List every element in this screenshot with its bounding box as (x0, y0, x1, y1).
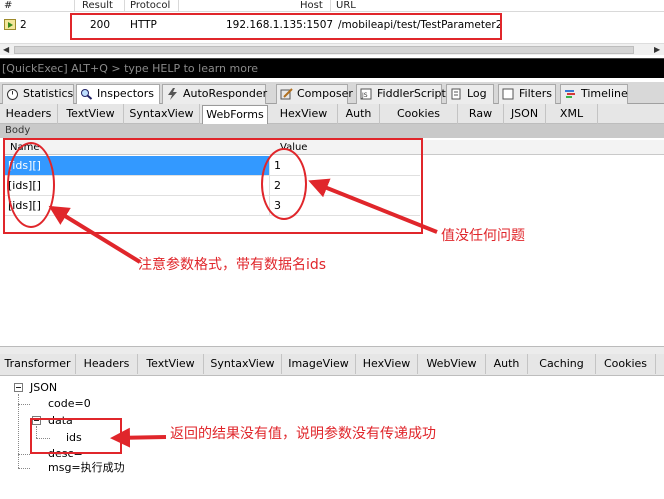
req-tab-xml[interactable]: XML (546, 104, 598, 124)
session-list-header: # Result Protocol Host URL (0, 0, 664, 12)
script-icon: JS (360, 88, 372, 100)
quickexec-bar[interactable]: [QuickExec] ALT+Q > type HELP to learn m… (0, 58, 664, 78)
col-result[interactable]: Result (82, 0, 113, 12)
main-tab-bar: Statistics Inspectors AutoResponder Comp… (0, 82, 664, 105)
resp-tab-caching[interactable]: Caching (528, 354, 596, 374)
body-section-label: Body (0, 124, 664, 138)
resp-tab-syntaxview[interactable]: SyntaxView (204, 354, 282, 374)
pane-splitter[interactable] (0, 346, 664, 354)
req-tab-raw[interactable]: Raw (458, 104, 504, 124)
resp-tab-imageview[interactable]: ImageView (282, 354, 356, 374)
values-highlight-ellipse (261, 148, 307, 220)
annotation-value-note: 值没任何问题 (441, 228, 525, 244)
col-host[interactable]: Host (300, 0, 323, 12)
tab-composer[interactable]: Composer (276, 84, 353, 104)
req-tab-json[interactable]: JSON (504, 104, 546, 124)
resp-tab-cookies[interactable]: Cookies (596, 354, 656, 374)
resp-tab-textview[interactable]: TextView (138, 354, 204, 374)
tab-composer-label: Composer (297, 87, 353, 100)
tab-filters[interactable]: Filters (498, 84, 556, 104)
tab-inspectors[interactable]: Inspectors (76, 84, 160, 105)
col-number[interactable]: # (4, 0, 12, 12)
scroll-left-icon[interactable]: ◀ (3, 45, 9, 54)
tab-log-label: Log (467, 87, 487, 100)
req-tab-syntaxview[interactable]: SyntaxView (124, 104, 200, 124)
tree-node-code[interactable]: code=0 (48, 397, 91, 411)
tab-timeline[interactable]: Timeline (560, 84, 628, 104)
req-tab-textview[interactable]: TextView (58, 104, 124, 124)
tab-timeline-label: Timeline (581, 87, 628, 100)
tab-fiddlerscript[interactable]: JS FiddlerScript (356, 84, 446, 104)
req-tab-auth[interactable]: Auth (338, 104, 380, 124)
collapse-json-icon[interactable] (14, 383, 23, 392)
response-inspector-tabs: Transformer Headers TextView SyntaxView … (0, 354, 664, 376)
tree-node-msg[interactable]: msg=执行成功 (48, 461, 125, 475)
lightning-icon (168, 88, 177, 100)
tab-filters-label: Filters (519, 87, 552, 100)
result-highlight-box (30, 418, 122, 454)
resp-tab-transformer[interactable]: Transformer (0, 354, 76, 374)
req-tab-cookies[interactable]: Cookies (380, 104, 458, 124)
response-arrow-icon (4, 19, 16, 30)
req-tab-webforms[interactable]: WebForms (202, 105, 268, 124)
tab-statistics[interactable]: Statistics (2, 84, 74, 104)
col-url[interactable]: URL (336, 0, 356, 12)
annotation-format-note: 注意参数格式，带有数据名ids (138, 257, 327, 273)
session-number: 2 (20, 19, 27, 31)
annotation-result-note: 返回的结果没有值，说明参数没有传递成功 (170, 426, 436, 442)
pencil-icon (280, 88, 293, 100)
magnifier-icon (81, 89, 93, 100)
tab-autoresponder-label: AutoResponder (183, 87, 268, 100)
req-tab-hexview[interactable]: HexView (270, 104, 338, 124)
tab-inspectors-label: Inspectors (97, 87, 155, 100)
tree-node-json[interactable]: JSON (30, 381, 57, 395)
tab-fiddlerscript-label: FiddlerScript (377, 87, 446, 100)
names-highlight-ellipse (7, 142, 55, 228)
resp-tab-webview[interactable]: WebView (418, 354, 486, 374)
timeline-icon (565, 90, 575, 98)
quickexec-input[interactable]: [QuickExec] ALT+Q > type HELP to learn m… (2, 62, 258, 76)
resp-tab-hexview[interactable]: HexView (356, 354, 418, 374)
checkbox-icon (502, 88, 514, 100)
session-highlight-box (70, 13, 502, 40)
scroll-thumb[interactable] (14, 46, 634, 54)
req-tab-headers[interactable]: Headers (0, 104, 58, 124)
scroll-right-icon[interactable]: ▶ (654, 45, 660, 54)
col-protocol[interactable]: Protocol (130, 0, 170, 12)
params-highlight-box (3, 138, 423, 234)
log-icon (451, 88, 461, 100)
request-inspector-tabs: Headers TextView SyntaxView WebForms Hex… (0, 104, 664, 124)
session-hscrollbar[interactable]: ◀ ▶ (0, 43, 664, 55)
svg-text:JS: JS (361, 92, 368, 99)
tab-log[interactable]: Log (446, 84, 494, 104)
resp-tab-auth[interactable]: Auth (486, 354, 528, 374)
tab-autoresponder[interactable]: AutoResponder (162, 84, 268, 104)
tab-statistics-label: Statistics (23, 87, 74, 100)
resp-tab-headers[interactable]: Headers (76, 354, 138, 374)
stopwatch-icon (7, 89, 18, 100)
